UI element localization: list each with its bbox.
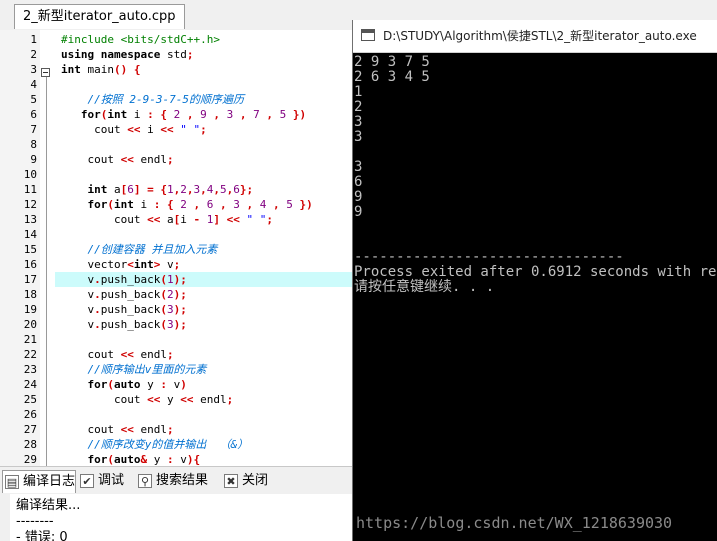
console-line: -------------------------------- [354,249,624,265]
code-line: cout << i << " "; [61,123,207,136]
code-line: for(int i : { 2 , 9 , 3 , 7 , 5 }) [80,108,307,121]
line-number: 7 [30,123,37,136]
compile-log-line: -------- [16,514,54,529]
compile-log-icon: ▤ [5,475,19,489]
code-line: //顺序改变y的值并输出 （&） [87,438,249,451]
code-line: v.push_back(3); [61,303,187,316]
search-icon: ⚲ [138,474,152,488]
code-line: cout << endl; [61,348,174,361]
code-line: //顺序输出v里面的元素 [87,363,207,376]
line-number: 25 [23,393,37,406]
console-title: D:\STUDY\Algorithm\侯捷STL\2_新型iterator_au… [383,29,697,43]
line-number: 28 [23,438,37,451]
console-line: 9 [354,204,363,220]
line-number: 4 [30,78,37,91]
code-line: #include <bits/stdC++.h> [61,33,220,46]
line-number: 24 [23,378,37,391]
console-line: 2 6 3 4 5 [354,69,430,85]
tab-search-results[interactable]: ⚲ 搜索结果 [136,470,208,492]
line-number: 16 [23,258,37,271]
line-number: 19 [23,303,37,316]
line-number: 23 [23,363,37,376]
console-app-icon [361,29,375,41]
editor-margin [0,30,10,466]
line-number: 12 [23,198,37,211]
console-line: 2 9 3 7 5 [354,54,430,70]
line-number: 17 [23,273,37,286]
tab-debug-label: 调试 [98,473,125,488]
console-window[interactable]: D:\STUDY\Algorithm\侯捷STL\2_新型iterator_au… [352,20,717,541]
line-number: 9 [30,153,37,166]
line-number: 27 [23,423,37,436]
code-line: //创建容器 并且加入元素 [87,243,218,256]
code-line: for(auto y : v) [87,378,187,391]
line-number: 29 [23,453,37,466]
code-line: cout << a[i - 1] << " "; [61,213,273,226]
tab-search-results-label: 搜索结果 [156,473,209,488]
line-number: 2 [30,48,37,61]
line-number: 5 [30,93,37,106]
tab-compile-log[interactable]: ▤ 编译日志 [2,470,77,493]
code-line: vector<int> v; [61,258,181,271]
line-number: 20 [23,318,37,331]
debug-icon: ✔ [80,474,94,488]
code-line: //按照 2-9-3-7-5的顺序遍历 [87,93,244,106]
tab-close-label: 关闭 [242,473,269,488]
console-line: 9 [354,189,363,205]
line-number: 10 [23,168,37,181]
tab-file[interactable]: 2_新型iterator_auto.cpp [14,4,185,29]
close-icon: ✖ [224,474,238,488]
console-line: 2 [354,99,363,115]
code-line: cout << endl; [61,423,174,436]
line-number: 3 [30,63,37,76]
code-line: for(int i : { 2 , 6 , 3 , 4 , 5 }) [87,198,313,211]
tab-compile-log-label: 编译日志 [23,474,76,489]
line-number: 15 [23,243,37,256]
line-number: 26 [23,408,37,421]
fold-toggle-icon[interactable] [41,68,50,77]
line-number: 8 [30,138,37,151]
watermark: https://blog.csdn.net/WX_1218639030 [356,514,673,532]
line-number: 6 [30,108,37,121]
code-line: v.push_back(2); [61,288,187,301]
code-line: v.push_back(3); [61,318,187,331]
fold-guide [46,76,47,466]
code-line: for(auto& y : v){ [87,453,201,466]
code-line: using namespace std; [61,48,194,61]
code-line: cout << y << endl; [61,393,234,406]
console-line: 3 [354,159,363,175]
code-line-current: v.push_back(1); [55,272,352,287]
compile-log-line: 编译结果... [16,498,81,513]
line-number: 22 [23,348,37,361]
code-line: int a[6] = {1,2,3,4,5,6}; [87,183,254,196]
tab-close[interactable]: ✖ 关闭 [222,470,268,492]
console-line: 3 [354,114,363,130]
console-line: 3 [354,129,363,145]
console-title-bar[interactable]: D:\STUDY\Algorithm\侯捷STL\2_新型iterator_au… [353,20,717,53]
line-number: 11 [23,183,37,196]
console-line: Process exited after 0.6912 seconds with… [354,264,717,280]
code-line: cout << endl; [61,153,174,166]
line-number: 18 [23,288,37,301]
code-line: int main() { [61,63,141,76]
console-line: 1 [354,84,363,100]
tab-debug[interactable]: ✔ 调试 [78,470,124,492]
line-number: 14 [23,228,37,241]
compile-log-output[interactable]: 编译结果... -------- - 错误: 0 [0,494,352,541]
line-number: 21 [23,333,37,346]
line-number: 13 [23,213,37,226]
console-output[interactable]: 2 9 3 7 52 6 3 4 5 1 2 3 3 3 6 9 9 --------------… [353,53,717,541]
code-editor[interactable]: #include <bits/stdC++.h> using namespace … [0,30,352,466]
compile-log-line: - 错误: 0 [16,530,68,541]
bottom-panel-tabs: ▤ 编译日志 ✔ 调试 ⚲ 搜索结果 ✖ 关闭 [0,466,352,495]
console-line: 6 [354,174,363,190]
line-number: 1 [30,33,37,46]
console-line: 请按任意键继续. . . [354,279,495,295]
